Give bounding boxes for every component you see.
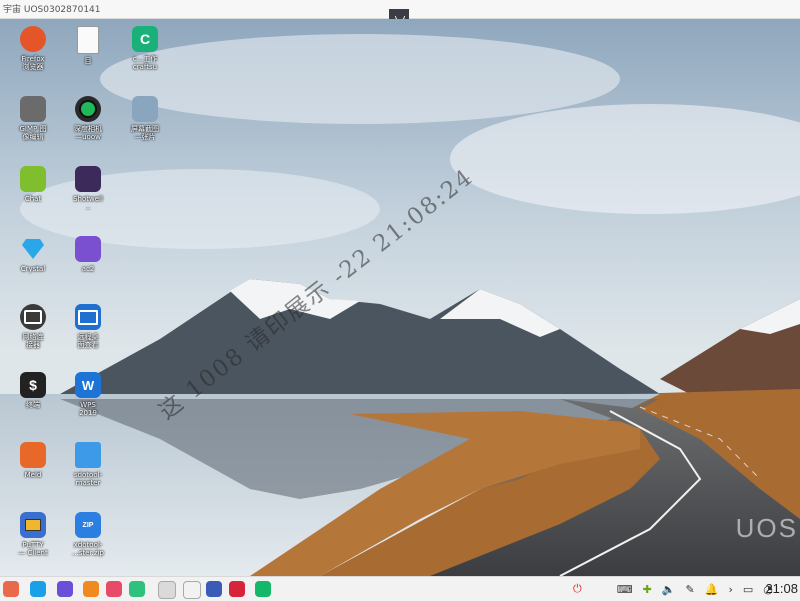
orange-app-icon[interactable] — [83, 581, 99, 597]
desktop-item[interactable]: Chat — [5, 166, 61, 203]
dock: ⏻ ⌨ ✚ 🔈 ✎ 🔔 › ▭ ◔ 21:08 — [0, 576, 800, 601]
launcher-icon[interactable] — [3, 581, 19, 597]
desktop-item-label: 深度相机 —uoow — [74, 125, 102, 141]
red-app-icon[interactable] — [229, 581, 245, 597]
shutdown-icon[interactable]: ⏻ — [573, 582, 582, 596]
desktop-item[interactable]: Firefox 浏览器 — [5, 26, 61, 71]
gimp-icon — [20, 96, 46, 122]
desktop-item-label: PuTTY — Client — [18, 541, 48, 557]
desktop-item-label: 目 — [84, 57, 92, 65]
desktop-item[interactable]: PuTTY — Client — [5, 512, 61, 557]
desktop-item-label: GIMP 图 像编辑 — [19, 125, 47, 141]
desktop[interactable]: 这 1008 请印展示 -22 21:08:24 UOS Firefox 浏览器… — [0, 19, 800, 576]
window-title: 宇宙 UOS0302870141 — [3, 5, 101, 15]
desktop-item[interactable]: 远程桌 面查看 — [60, 304, 116, 349]
desktop-item[interactable]: 目 — [60, 26, 116, 65]
volume-icon[interactable]: 🔈 — [662, 583, 676, 596]
desktop-item-label: Chat — [24, 195, 42, 203]
browser-icon[interactable] — [206, 581, 222, 597]
zip-file-icon: ZIP — [75, 512, 101, 538]
input-method-icon[interactable]: ✚ — [643, 583, 652, 596]
music-icon[interactable] — [129, 581, 145, 597]
desktop-item-label: c...工作 craftsu — [132, 55, 158, 71]
desktop-item-label: Firefox 浏览器 — [21, 55, 45, 71]
keyboard-icon[interactable]: ⌨ — [617, 583, 633, 596]
uos-logo: UOS — [735, 513, 798, 543]
chevron-icon[interactable]: › — [728, 583, 732, 596]
desktop-item-label: xdotool- ...ster.zip — [72, 541, 104, 557]
desktop-item-label: 网络连 接器 — [22, 333, 44, 349]
desktop-item-label: Crystal — [20, 265, 46, 273]
pen-icon[interactable]: ✎ — [686, 583, 695, 596]
desktop-item-label: 远程桌 面查看 — [77, 333, 99, 349]
desktop-item[interactable]: ac2 — [60, 236, 116, 273]
bell-icon[interactable]: 🔔 — [705, 583, 719, 596]
document-icon — [77, 26, 99, 54]
desktop-item[interactable]: 深度相机 —uoow — [60, 96, 116, 141]
firefox-icon — [20, 26, 46, 52]
desktop-item-label: Shotwell .. — [73, 195, 103, 211]
desktop-item[interactable]: Cc...工作 craftsu — [117, 26, 173, 71]
desktop-item[interactable]: GIMP 图 像编辑 — [5, 96, 61, 141]
green-app-icon: C — [132, 26, 158, 52]
calendar-icon[interactable] — [158, 581, 176, 599]
monitor-icon — [75, 304, 101, 330]
terminal-icon: $ — [20, 372, 46, 398]
desktop-item[interactable]: W WPS 2019 — [60, 372, 116, 417]
purple-app-icon — [75, 236, 101, 262]
folder-icon — [75, 442, 101, 468]
meld-icon — [20, 442, 46, 468]
putty-icon — [20, 512, 46, 538]
desktop-item[interactable]: $ 终端 — [5, 372, 61, 409]
desktop-item[interactable]: Crystal — [5, 236, 61, 273]
green-app-dock-icon[interactable] — [255, 581, 271, 597]
clock[interactable]: 21:08 — [765, 581, 798, 596]
copy-icon[interactable]: ▭ — [743, 583, 753, 596]
app-store-icon[interactable] — [30, 581, 46, 597]
desktop-item[interactable]: Shotwell .. — [60, 166, 116, 211]
desktop-item-label: 终端 — [26, 401, 40, 409]
album-icon[interactable] — [106, 581, 122, 597]
desktop-item[interactable]: 网络连 接器 — [5, 304, 61, 349]
title-bar: 宇宙 UOS0302870141 — [0, 0, 800, 27]
desktop-item[interactable]: ZIP xdotool- ...ster.zip — [60, 512, 116, 557]
desktop-item-label: 屏幕截图 —张片 — [131, 125, 159, 141]
wps-icon: W — [75, 372, 101, 398]
chat-icon — [20, 166, 46, 192]
desktop-item[interactable]: Meld — [5, 442, 61, 479]
moon-app-icon[interactable] — [57, 581, 73, 597]
desktop-item[interactable]: sdotool- master — [60, 442, 116, 487]
image-file-icon — [132, 96, 158, 122]
network-icon — [20, 304, 46, 330]
desktop-item[interactable]: 屏幕截图 —张片 — [117, 96, 173, 141]
camera-icon — [75, 96, 101, 122]
desktop-item-label: WPS 2019 — [79, 401, 97, 417]
desktop-item-label: Meld — [24, 471, 42, 479]
desktop-item-label: ac2 — [81, 265, 95, 273]
diamond-icon — [20, 236, 46, 262]
wallpaper-icon — [75, 166, 101, 192]
desktop-item-label: sdotool- master — [73, 471, 103, 487]
notes-icon[interactable] — [183, 581, 201, 599]
